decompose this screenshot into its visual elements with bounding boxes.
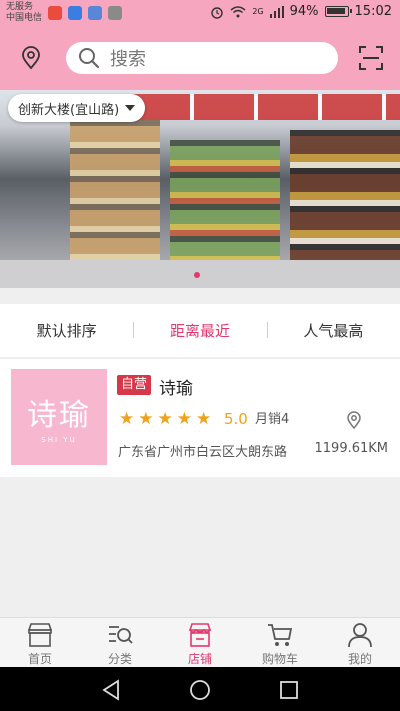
banner-image-detail — [130, 94, 400, 120]
scan-icon[interactable] — [358, 45, 384, 71]
shop-icon — [27, 623, 53, 647]
caret-down-icon — [125, 105, 136, 111]
star-icon: ★ — [196, 409, 212, 429]
rating-stars: ★ ★ ★ ★ ★ — [119, 410, 211, 428]
tab-label: 首页 — [27, 652, 52, 666]
system-nav-bar — [0, 667, 400, 711]
carousel-indicator — [194, 272, 200, 278]
banner-image-detail — [70, 120, 160, 260]
banner-image-detail — [290, 130, 400, 280]
back-icon[interactable] — [100, 679, 122, 701]
store-distance: 1199.61KM — [314, 441, 389, 456]
rating-value: 5.0 — [224, 410, 248, 428]
clock: 15:02 — [354, 4, 392, 19]
tab-home[interactable]: 首页 — [0, 618, 80, 667]
search-input[interactable]: 搜索 — [66, 42, 338, 74]
user-icon — [348, 623, 372, 648]
network-type: 2G — [252, 7, 264, 16]
status-bar: 无服务 中国电信 2G 94% 15:02 — [0, 0, 400, 26]
store-icon — [188, 623, 212, 647]
signal-icon — [269, 5, 284, 18]
star-icon: ★ — [176, 409, 192, 429]
app-notification-icon — [68, 6, 82, 20]
monthly-sales: 月销4 — [255, 412, 290, 427]
battery-icon — [324, 6, 352, 17]
location-button[interactable] — [18, 44, 44, 72]
tab-label: 我的 — [347, 652, 372, 666]
tab-category[interactable]: 分类 — [80, 618, 160, 667]
wifi-icon — [230, 5, 246, 17]
carrier-line2: 中国电信 — [6, 13, 43, 23]
image-notification-icon — [108, 6, 122, 20]
logo-text-en: SHI YU — [41, 436, 77, 444]
location-pin-icon — [22, 46, 40, 70]
star-icon: ★ — [157, 409, 173, 429]
carrier-info: 无服务 中国电信 — [6, 2, 42, 24]
home-icon[interactable] — [189, 679, 211, 701]
store-card[interactable]: 诗瑜 SHI YU 自营 诗瑜 ★ ★ ★ ★ ★ 5.0 月销4 广东省广州市… — [0, 359, 400, 477]
carrier-line1: 无服务 — [6, 2, 34, 12]
sort-tab-popular[interactable]: 人气最高 — [266, 320, 400, 341]
banner-image-detail — [0, 260, 400, 288]
alarm-icon — [211, 6, 224, 19]
banner-image-detail — [170, 140, 280, 280]
system-indicators: 2G 94% 15:02 — [210, 4, 392, 19]
sort-tab-default[interactable]: 默认排序 — [0, 320, 133, 341]
tab-label: 购物车 — [261, 652, 298, 666]
notification-icons — [48, 6, 122, 20]
cart-icon — [268, 624, 293, 646]
sort-tab-nearest[interactable]: 距离最近 — [133, 320, 266, 341]
category-search-icon — [109, 626, 133, 644]
distance-pin-icon — [347, 411, 361, 429]
tab-store[interactable]: 店铺 — [160, 618, 240, 667]
search-icon — [79, 48, 100, 69]
location-label: 创新大楼(宜山路) — [18, 102, 120, 118]
tab-label: 分类 — [107, 652, 132, 666]
star-icon: ★ — [138, 409, 154, 429]
battery-percent: 94% — [289, 4, 319, 19]
star-icon: ★ — [119, 409, 135, 429]
tab-label: 店铺 — [187, 652, 212, 666]
tab-cart[interactable]: 购物车 — [240, 618, 320, 667]
app-notification-icon — [88, 6, 102, 20]
tab-profile[interactable]: 我的 — [320, 618, 400, 667]
app-notification-icon — [48, 6, 62, 20]
search-placeholder: 搜索 — [110, 49, 146, 70]
top-header: 搜索 — [0, 26, 400, 90]
location-selector[interactable]: 创新大楼(宜山路) — [8, 94, 146, 122]
logo-text-cn: 诗瑜 — [27, 398, 91, 433]
self-operated-badge: 自营 — [117, 375, 152, 395]
sort-tabs: 默认排序 距离最近 人气最高 — [0, 304, 400, 358]
recents-icon[interactable] — [278, 679, 300, 701]
store-logo: 诗瑜 SHI YU — [11, 369, 107, 465]
store-address: 广东省广州市白云区大朗东路 — [118, 445, 288, 460]
bottom-tab-bar: 首页 分类 店铺 购物车 我的 — [0, 617, 400, 667]
store-name: 诗瑜 — [159, 379, 193, 399]
